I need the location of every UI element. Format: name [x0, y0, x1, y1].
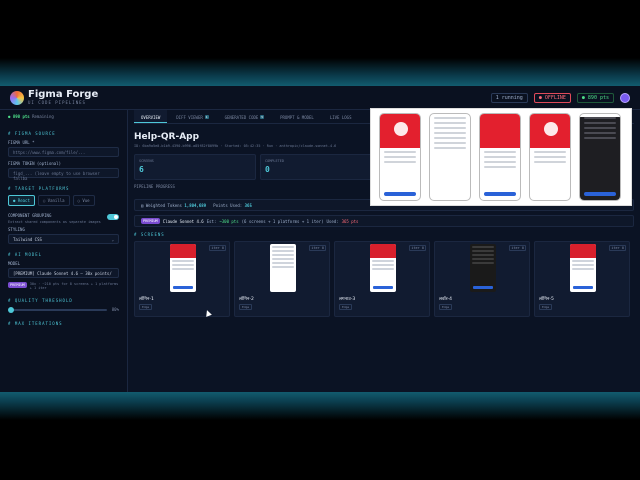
figma-token-label: FIGMA TOKEN (optional) — [8, 161, 61, 166]
chevron-down-icon: ⌄ — [111, 237, 114, 242]
component-grouping-row: COMPONENT GROUPING Extract shared compon… — [8, 210, 119, 224]
slider-track — [10, 309, 107, 311]
screen-card[interactable]: iter 0 लॉगिन-2 Edge — [234, 241, 330, 317]
model-note-text: 30x · ~210 pts for 8 screens + 1 platfor… — [29, 282, 119, 290]
screen-thumbnail — [170, 244, 196, 292]
quality-value: 80% — [111, 307, 119, 312]
video-frame: Figma Forge UI CODE PIPELINES 1 running … — [0, 0, 640, 480]
running-badge: 1 running — [490, 93, 528, 103]
figma-url-label: FIGMA URL * — [8, 140, 35, 145]
preview-phone — [579, 113, 621, 201]
section-quality-threshold: # QUALITY THRESHOLD — [8, 298, 73, 303]
brand-title: Figma Forge — [28, 89, 99, 100]
preview-phone — [429, 113, 471, 201]
screen-card[interactable]: iter 0 लॉगिन-1 Edge — [134, 241, 230, 317]
platform-vanilla[interactable]: ○ Vanilla — [37, 195, 70, 206]
model-select[interactable]: [PREMIUM] Claude Sonnet 4.6 — 30x points… — [8, 268, 119, 278]
preview-phone — [379, 113, 421, 201]
app-header: Figma Forge UI CODE PIPELINES 1 running … — [0, 86, 640, 110]
top-glow — [0, 58, 640, 88]
screens-label: # SCREENS — [134, 232, 165, 237]
quality-slider[interactable]: 80% — [8, 307, 119, 313]
tab-prompt-model[interactable]: PROMPT & MODEL — [273, 110, 321, 123]
screen-thumbnail — [270, 244, 296, 292]
screen-thumbnail — [570, 244, 596, 292]
screen-thumbnail — [470, 244, 496, 292]
model-label: MODEL — [8, 261, 21, 266]
model-estimate: PREMIUM Claude Sonnet 4.6 Est: ~300 pts (… — [134, 215, 634, 227]
section-target-platforms: # TARGET PLATFORMS — [8, 186, 70, 191]
component-grouping-toggle[interactable] — [107, 214, 119, 220]
tab-live-logs[interactable]: LIVE LOGS — [323, 110, 359, 123]
figma-token-input[interactable]: figd_... (leave empty to use browser fal… — [8, 168, 119, 181]
styling-select[interactable]: Tailwind CSS ⌄ — [8, 234, 119, 244]
points-badge: ● 890 pts — [576, 93, 614, 103]
component-grouping-desc: Extract shared components as separate im… — [8, 220, 101, 224]
stat-screens: SCREENS 6 — [134, 154, 256, 180]
section-figma-source: # FIGMA SOURCE — [8, 131, 56, 136]
logo-icon — [10, 91, 24, 105]
model-note: PREMIUM 30x · ~210 pts for 8 screens + 1… — [8, 282, 119, 290]
preview-phone — [529, 113, 571, 201]
sidebar-points: ● 890 pts Remaining — [8, 114, 54, 119]
platform-vue[interactable]: ○ Vue — [72, 195, 95, 206]
section-ai-model: # AI MODEL — [8, 252, 43, 257]
tab-overview[interactable]: OVERVIEW — [134, 110, 168, 123]
avatar[interactable] — [620, 93, 630, 103]
component-grouping-label: COMPONENT GROUPING — [8, 213, 52, 218]
screen-card[interactable]: iter 0 लॉगिन-5 Edge — [534, 241, 630, 317]
platform-react[interactable]: ● React — [8, 195, 35, 206]
offline-badge[interactable]: ● OFFLINE — [533, 93, 571, 103]
screen-thumbnail — [370, 244, 396, 292]
stat-completed: COMPLETED 0 — [260, 154, 382, 180]
tab-diff-viewer[interactable]: DIFF VIEWER 1 — [169, 110, 215, 123]
figma-url-input[interactable]: https://www.figma.com/file/... — [8, 147, 119, 157]
brand-subtitle: UI CODE PIPELINES — [28, 100, 86, 105]
tab-generated-code[interactable]: GENERATED CODE 5 — [218, 110, 272, 123]
sidebar: ● 890 pts Remaining # FIGMA SOURCE FIGMA… — [0, 110, 128, 392]
screen-card[interactable]: iter 0 लवॉर-4 Edge — [434, 241, 530, 317]
screen-cards: iter 0 लॉगिन-1 Edge iter 0 लॉगिन-2 Edge … — [134, 241, 634, 317]
screen-card[interactable]: iter 0 लगनाउ-3 Edge — [334, 241, 430, 317]
platform-options: ● React ○ Vanilla ○ Vue — [8, 195, 119, 206]
model-value: [PREMIUM] Claude Sonnet 4.6 — 30x points… — [13, 271, 112, 276]
preview-phone — [479, 113, 521, 201]
section-max-iterations: # MAX ITERATIONS — [8, 321, 63, 326]
header-status: 1 running ● OFFLINE ● 890 pts — [490, 93, 630, 103]
styling-label: STYLING — [8, 227, 25, 232]
premium-badge-main: PREMIUM — [141, 218, 160, 224]
bottom-glow — [0, 390, 640, 420]
design-preview-overlay — [370, 108, 632, 206]
premium-badge: PREMIUM — [8, 282, 27, 288]
slider-thumb[interactable] — [8, 307, 14, 313]
styling-value: Tailwind CSS — [13, 237, 42, 242]
